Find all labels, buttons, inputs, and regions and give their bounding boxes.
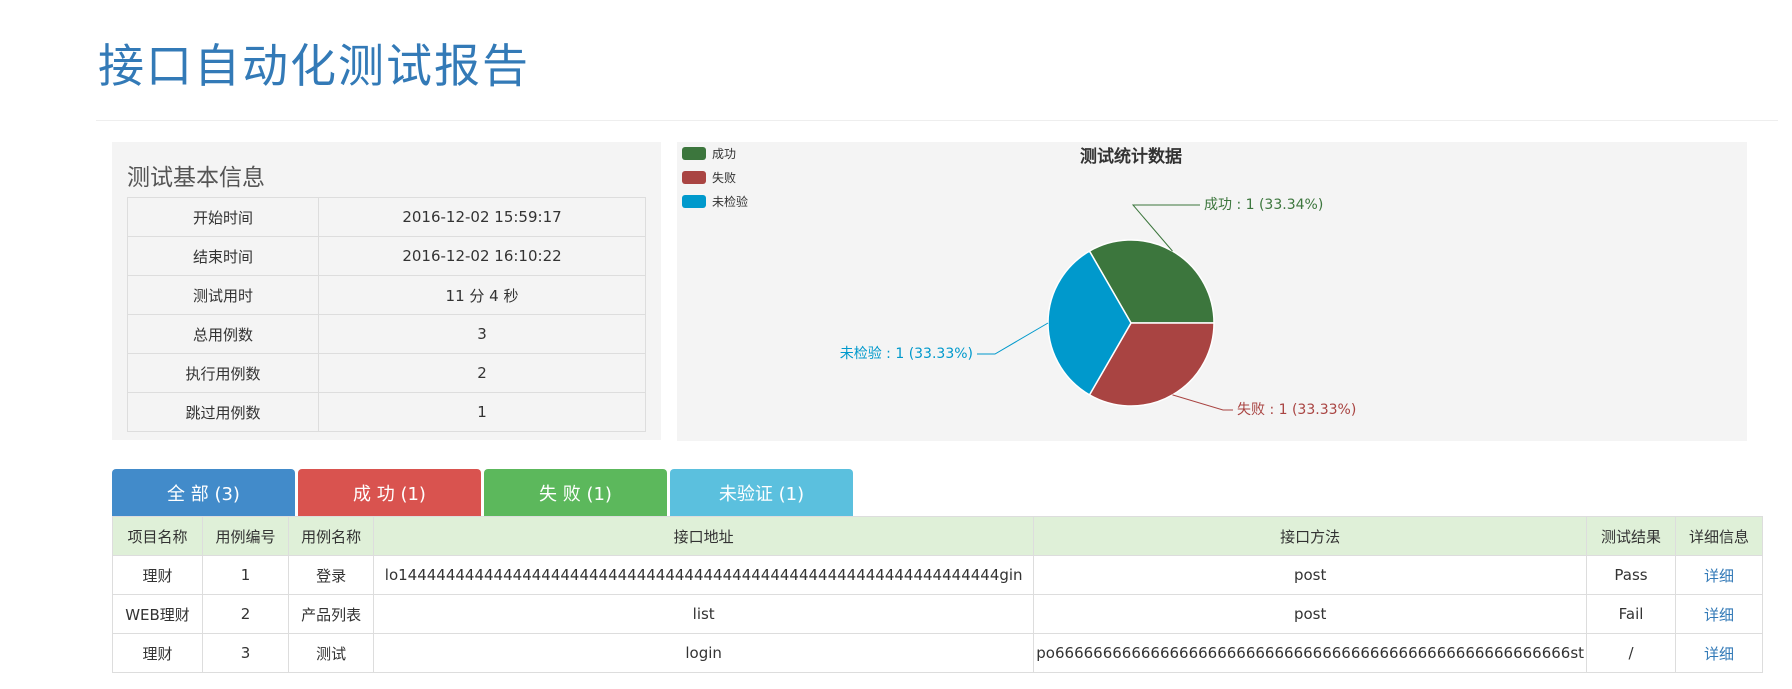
cell-details: 详细: [1674, 633, 1764, 673]
tab-failed[interactable]: 失 败 (1): [484, 469, 667, 516]
info-label: 开始时间: [127, 197, 319, 237]
info-label: 结束时间: [127, 236, 319, 276]
table-row: 理财 3 测试 login po666666666666666666666666…: [111, 633, 1764, 673]
cell-details: 详细: [1674, 555, 1764, 595]
details-link[interactable]: 详细: [1704, 567, 1734, 585]
pie-slice-label: 未检验 : 1 (33.33%): [840, 346, 973, 362]
results-table: 项目名称 用例编号 用例名称 接口地址 接口方法 测试结果 详细信息 理财 1 …: [111, 516, 1764, 673]
cell-result: Fail: [1586, 594, 1676, 634]
header-case-id: 用例编号: [202, 516, 290, 556]
cell-project: 理财: [111, 633, 204, 673]
info-value: 2: [318, 353, 646, 393]
cell-case-id: 3: [202, 633, 290, 673]
title-divider: [96, 120, 1778, 121]
basic-info-heading: 测试基本信息: [127, 165, 265, 191]
details-link[interactable]: 详细: [1704, 606, 1734, 624]
cell-endpoint: login: [373, 633, 1035, 673]
details-link[interactable]: 详细: [1704, 645, 1734, 663]
stats-chart-panel: 测试统计数据 成功失败未检验 成功 : 1 (33.34%) 失败 : 1 (33.3…: [677, 142, 1747, 441]
cell-case-name: 测试: [288, 633, 375, 673]
legend-swatch: [682, 195, 706, 208]
basic-info-table: 开始时间 2016-12-02 15:59:17 结束时间 2016-12-02…: [127, 197, 646, 432]
info-row-total-cases: 总用例数 3: [127, 314, 646, 354]
header-endpoint: 接口地址: [373, 516, 1035, 556]
info-row-skipped-cases: 跳过用例数 1: [127, 392, 646, 432]
legend-swatch: [682, 147, 706, 160]
table-row: 理财 1 登录 lo144444444444444444444444444444…: [111, 555, 1764, 595]
header-case-name: 用例名称: [288, 516, 375, 556]
cell-project: 理财: [111, 555, 204, 595]
info-label: 总用例数: [127, 314, 319, 354]
tab-success[interactable]: 成 功 (1): [298, 469, 481, 516]
pie-leader-line: [977, 322, 1049, 355]
cell-endpoint: list: [373, 594, 1035, 634]
header-result: 测试结果: [1586, 516, 1676, 556]
cell-case-id: 2: [202, 594, 290, 634]
info-value: 1: [318, 392, 646, 432]
info-label: 执行用例数: [127, 353, 319, 393]
legend-swatch: [682, 171, 706, 184]
pie-chart: 测试统计数据 成功失败未检验 成功 : 1 (33.34%) 失败 : 1 (33.3…: [682, 146, 1356, 418]
info-row-executed-cases: 执行用例数 2: [127, 353, 646, 393]
info-row-end-time: 结束时间 2016-12-02 16:10:22: [127, 236, 646, 276]
cell-case-id: 1: [202, 555, 290, 595]
legend-label: 成功: [712, 147, 736, 161]
chart-title: 测试统计数据: [1080, 146, 1182, 167]
legend-label: 失败: [712, 170, 736, 185]
info-label: 测试用时: [127, 275, 319, 315]
info-value: 2016-12-02 16:10:22: [318, 236, 646, 276]
info-row-start-time: 开始时间 2016-12-02 15:59:17: [127, 197, 646, 237]
info-value: 3: [318, 314, 646, 354]
pie-slice-label: 成功 : 1 (33.34%): [1204, 197, 1323, 213]
tab-all[interactable]: 全 部 (3): [112, 469, 295, 516]
tab-unverified[interactable]: 未验证 (1): [670, 469, 853, 516]
cell-method: po66666666666666666666666666666666666666…: [1033, 633, 1588, 673]
info-value: 11 分 4 秒: [318, 275, 646, 315]
cell-method: post: [1033, 594, 1588, 634]
legend-label: 未检验: [712, 194, 748, 209]
cell-result: /: [1586, 633, 1676, 673]
cell-endpoint: lo14444444444444444444444444444444444444…: [373, 555, 1035, 595]
cell-details: 详细: [1674, 594, 1764, 634]
results-header-row: 项目名称 用例编号 用例名称 接口地址 接口方法 测试结果 详细信息: [111, 516, 1764, 556]
header-project: 项目名称: [111, 516, 204, 556]
table-row: WEB理财 2 产品列表 list post Fail 详细: [111, 594, 1764, 634]
page-title: 接口自动化测试报告: [98, 39, 530, 93]
pie-slice-label: 失败 : 1 (33.33%): [1237, 402, 1356, 418]
header-method: 接口方法: [1033, 516, 1588, 556]
cell-project: WEB理财: [111, 594, 204, 634]
header-details: 详细信息: [1674, 516, 1764, 556]
pie-leader-line: [1172, 394, 1233, 411]
cell-result: Pass: [1586, 555, 1676, 595]
info-row-duration: 测试用时 11 分 4 秒: [127, 275, 646, 315]
cell-case-name: 产品列表: [288, 594, 375, 634]
info-value: 2016-12-02 15:59:17: [318, 197, 646, 237]
info-label: 跳过用例数: [127, 392, 319, 432]
cell-case-name: 登录: [288, 555, 375, 595]
basic-info-panel: 测试基本信息 开始时间 2016-12-02 15:59:17 结束时间 201…: [112, 142, 661, 440]
cell-method: post: [1033, 555, 1588, 595]
